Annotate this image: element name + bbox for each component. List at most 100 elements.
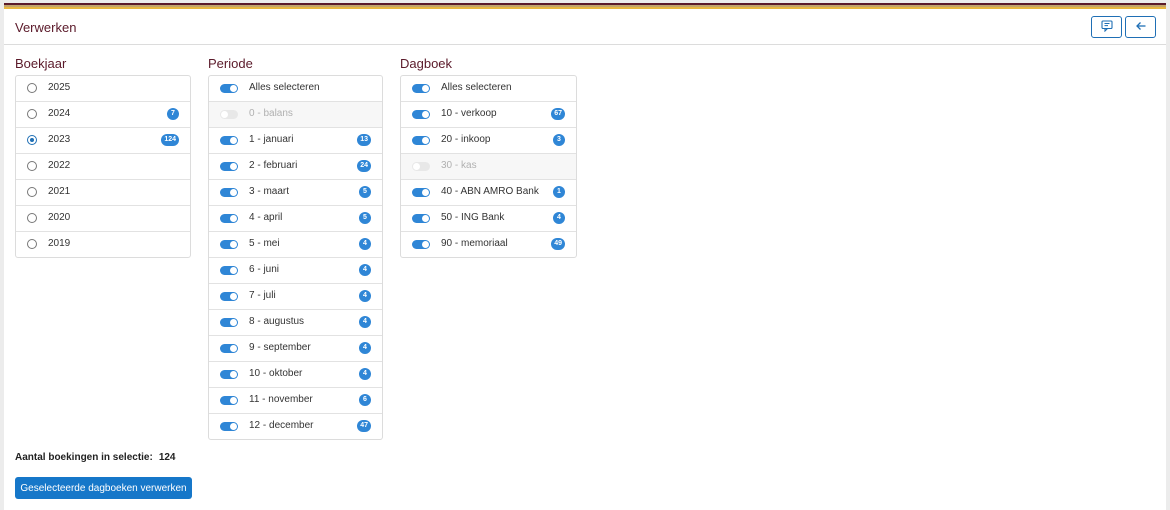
dagboek-item-20-inkoop[interactable]: 20 - inkoop 3 bbox=[401, 127, 576, 153]
toggle-switch[interactable] bbox=[412, 240, 430, 249]
periode-item-10-oktober[interactable]: 10 - oktober 4 bbox=[209, 361, 382, 387]
boekjaar-item-2022[interactable]: 2022 bbox=[16, 153, 190, 179]
radio-button[interactable] bbox=[27, 161, 37, 171]
toggle-switch[interactable] bbox=[220, 422, 238, 431]
dagboek-item-30-kas: 30 - kas bbox=[401, 153, 576, 179]
item-label: 1 - januari bbox=[249, 134, 294, 145]
dagboek-item-alles-selecteren[interactable]: Alles selecteren bbox=[401, 76, 576, 101]
item-label: 7 - juli bbox=[249, 290, 276, 301]
item-label: 11 - november bbox=[249, 394, 313, 405]
periode-item-7-juli[interactable]: 7 - juli 4 bbox=[209, 283, 382, 309]
periode-item-8-augustus[interactable]: 8 - augustus 4 bbox=[209, 309, 382, 335]
count-badge: 5 bbox=[359, 186, 371, 198]
count-badge: 1 bbox=[553, 186, 565, 198]
item-label: 10 - oktober bbox=[249, 368, 303, 379]
dagboek-item-90-memoriaal[interactable]: 90 - memoriaal 49 bbox=[401, 231, 576, 257]
toggle-switch[interactable] bbox=[220, 240, 238, 249]
boekjaar-item-2023[interactable]: 2023 124 bbox=[16, 127, 190, 153]
boekjaar-item-2021[interactable]: 2021 bbox=[16, 179, 190, 205]
toggle-switch[interactable] bbox=[412, 84, 430, 93]
toggle-switch[interactable] bbox=[220, 344, 238, 353]
count-badge: 4 bbox=[553, 212, 565, 224]
dagboek-item-50-ing-bank[interactable]: 50 - ING Bank 4 bbox=[401, 205, 576, 231]
periode-item-1-januari[interactable]: 1 - januari 13 bbox=[209, 127, 382, 153]
toggle-switch[interactable] bbox=[220, 370, 238, 379]
dagboek-list: Alles selecteren 10 - verkoop 67 20 - inkoo… bbox=[400, 75, 577, 258]
toggle-switch[interactable] bbox=[412, 188, 430, 197]
periode-item-3-maart[interactable]: 3 - maart 5 bbox=[209, 179, 382, 205]
item-label: 2020 bbox=[48, 212, 71, 223]
toggle-switch[interactable] bbox=[220, 136, 238, 145]
boekjaar-list: 2025 2024 7 2023 124 2022 2021 2020 2019 bbox=[15, 75, 191, 258]
toggle-switch[interactable] bbox=[220, 266, 238, 275]
item-label: 40 - ABN AMRO Bank bbox=[441, 186, 539, 197]
dagboek-title: Dagboek bbox=[400, 56, 453, 71]
periode-list: Alles selecteren 0 - balans 1 - januari 13 2… bbox=[208, 75, 383, 440]
radio-button[interactable] bbox=[27, 187, 37, 197]
boekjaar-item-2025[interactable]: 2025 bbox=[16, 76, 190, 101]
dagboek-item-10-verkoop[interactable]: 10 - verkoop 67 bbox=[401, 101, 576, 127]
arrow-left-icon bbox=[1135, 20, 1147, 35]
periode-item-2-februari[interactable]: 2 - februari 24 bbox=[209, 153, 382, 179]
periode-item-alles-selecteren[interactable]: Alles selecteren bbox=[209, 76, 382, 101]
toggle-switch[interactable] bbox=[412, 214, 430, 223]
toggle-switch[interactable] bbox=[412, 110, 430, 119]
dagboek-item-40-abn-amro-bank[interactable]: 40 - ABN AMRO Bank 1 bbox=[401, 179, 576, 205]
item-label: 2023 bbox=[48, 134, 71, 145]
periode-item-4-april[interactable]: 4 - april 5 bbox=[209, 205, 382, 231]
process-button[interactable]: Geselecteerde dagboeken verwerken bbox=[15, 477, 192, 499]
toggle-switch[interactable] bbox=[220, 318, 238, 327]
item-label: Alles selecteren bbox=[249, 82, 320, 93]
toggle-switch[interactable] bbox=[220, 214, 238, 223]
periode-item-9-september[interactable]: 9 - september 4 bbox=[209, 335, 382, 361]
toggle-switch[interactable] bbox=[220, 396, 238, 405]
item-label: 5 - mei bbox=[249, 238, 280, 249]
toggle-switch[interactable] bbox=[412, 136, 430, 145]
count-badge: 24 bbox=[357, 160, 371, 172]
radio-button[interactable] bbox=[27, 83, 37, 93]
periode-title: Periode bbox=[208, 56, 253, 71]
feedback-button[interactable] bbox=[1091, 16, 1122, 38]
toggle-switch bbox=[412, 162, 430, 171]
toggle-switch[interactable] bbox=[220, 292, 238, 301]
item-label: 2021 bbox=[48, 186, 71, 197]
radio-button[interactable] bbox=[27, 135, 37, 145]
count-badge: 3 bbox=[553, 134, 565, 146]
count-badge: 4 bbox=[359, 238, 371, 250]
page-title: Verwerken bbox=[15, 20, 77, 35]
item-label: 20 - inkoop bbox=[441, 134, 491, 145]
count-badge: 6 bbox=[359, 394, 371, 406]
item-label: 2024 bbox=[48, 108, 71, 119]
count-badge: 4 bbox=[359, 368, 371, 380]
count-badge: 124 bbox=[161, 134, 179, 146]
toggle-switch[interactable] bbox=[220, 84, 238, 93]
boekjaar-item-2020[interactable]: 2020 bbox=[16, 205, 190, 231]
periode-item-12-december[interactable]: 12 - december 47 bbox=[209, 413, 382, 439]
boekjaar-item-2024[interactable]: 2024 7 bbox=[16, 101, 190, 127]
periode-item-11-november[interactable]: 11 - november 6 bbox=[209, 387, 382, 413]
radio-button[interactable] bbox=[27, 109, 37, 119]
periode-item-0-balans: 0 - balans bbox=[209, 101, 382, 127]
item-label: 4 - april bbox=[249, 212, 283, 223]
toggle-switch[interactable] bbox=[220, 188, 238, 197]
radio-button[interactable] bbox=[27, 213, 37, 223]
toggle-switch[interactable] bbox=[220, 162, 238, 171]
boekjaar-item-2019[interactable]: 2019 bbox=[16, 231, 190, 257]
item-label: 30 - kas bbox=[441, 160, 477, 171]
count-badge: 4 bbox=[359, 290, 371, 302]
count-badge: 13 bbox=[357, 134, 371, 146]
back-button[interactable] bbox=[1125, 16, 1156, 38]
boekjaar-title: Boekjaar bbox=[15, 56, 67, 71]
main-panel: Verwerken Boekjaar 2025 2024 7 2023 124 2022 bbox=[4, 9, 1166, 510]
summary-value: 124 bbox=[158, 452, 176, 463]
radio-button[interactable] bbox=[27, 239, 37, 249]
selection-summary: Aantal boekingen in selectie: 124 bbox=[15, 452, 176, 463]
item-label: Alles selecteren bbox=[441, 82, 512, 93]
periode-item-5-mei[interactable]: 5 - mei 4 bbox=[209, 231, 382, 257]
periode-item-6-juni[interactable]: 6 - juni 4 bbox=[209, 257, 382, 283]
count-badge: 4 bbox=[359, 342, 371, 354]
item-label: 6 - juni bbox=[249, 264, 280, 275]
item-label: 3 - maart bbox=[249, 186, 290, 197]
item-label: 9 - september bbox=[249, 342, 311, 353]
item-label: 10 - verkoop bbox=[441, 108, 497, 119]
